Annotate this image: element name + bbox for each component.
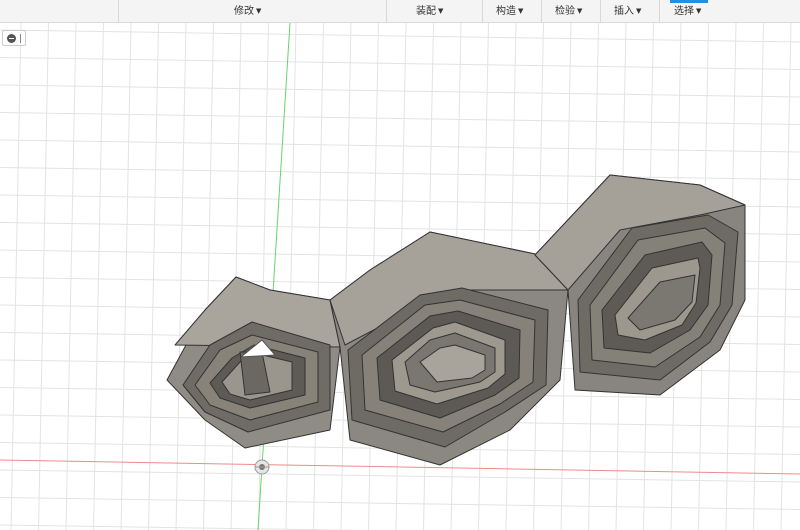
- grid-line: [0, 29, 800, 43]
- chevron-down-icon: ▼: [696, 7, 702, 15]
- grid-line: [0, 112, 800, 125]
- toolbar-separator: [482, 0, 483, 22]
- menu-construct-label: 构造: [496, 6, 516, 17]
- grid-line: [0, 167, 800, 180]
- chevron-down-icon: ▼: [438, 7, 444, 15]
- canvas-viewport[interactable]: [0, 23, 800, 530]
- right-hexagon-cell[interactable]: [534, 174, 746, 396]
- grid-line: [230, 23, 242, 530]
- y-axis-line: [257, 23, 291, 530]
- menu-inspect-label: 检验: [555, 6, 575, 17]
- menu-construct[interactable]: 构造 ▼: [496, 4, 523, 18]
- menu-insert-label: 插入: [614, 6, 634, 17]
- hex-shelf-model[interactable]: [166, 174, 746, 466]
- toolbar-separator: [386, 0, 387, 22]
- grid-line: [93, 23, 104, 530]
- menu-insert[interactable]: 插入 ▼: [614, 4, 641, 18]
- menu-assemble-label: 装配: [416, 6, 436, 17]
- menu-modify[interactable]: 修改 ▼: [234, 4, 261, 18]
- grid-line: [0, 497, 800, 510]
- active-menu-indicator: [670, 0, 708, 3]
- grid-line: [120, 23, 132, 530]
- grid-line: [203, 23, 214, 530]
- grid-line: [175, 23, 187, 530]
- menu-inspect[interactable]: 检验 ▼: [555, 4, 582, 18]
- grid-line: [313, 23, 324, 530]
- grid-line: [340, 23, 352, 530]
- menu-modify-label: 修改: [234, 6, 254, 17]
- menu-select-label: 选择: [674, 6, 694, 17]
- menu-select[interactable]: 选择 ▼: [674, 4, 701, 18]
- left-pentagon-cell[interactable]: [166, 276, 341, 449]
- grid-line: [65, 23, 77, 530]
- menu-assemble[interactable]: 装配 ▼: [416, 4, 443, 18]
- origin-marker-icon[interactable]: [254, 459, 270, 475]
- grid-line: [0, 524, 367, 530]
- grid-line: [285, 23, 297, 530]
- grid-line: [0, 139, 800, 153]
- chevron-down-icon: ▼: [577, 7, 583, 15]
- chevron-down-icon: ▼: [636, 7, 642, 15]
- toolbar-separator: [600, 0, 601, 22]
- top-toolbar: 修改 ▼ 装配 ▼ 构造 ▼ 检验 ▼ 插入 ▼ 选择 ▼: [0, 0, 800, 23]
- divider-bar: [20, 34, 21, 43]
- minus-circle-icon: [7, 34, 16, 43]
- grid-line: [148, 23, 159, 530]
- browser-collapse-button[interactable]: [2, 30, 26, 46]
- chevron-down-icon: ▼: [518, 7, 524, 15]
- grid-line: [258, 23, 269, 530]
- grid-line: [10, 23, 22, 530]
- middle-hexagon-cell[interactable]: [329, 231, 569, 466]
- toolbar-separator: [541, 0, 542, 22]
- toolbar-separator: [118, 0, 119, 22]
- grid-line: [38, 23, 49, 530]
- toolbar-separator: [659, 0, 660, 22]
- chevron-down-icon: ▼: [256, 7, 262, 15]
